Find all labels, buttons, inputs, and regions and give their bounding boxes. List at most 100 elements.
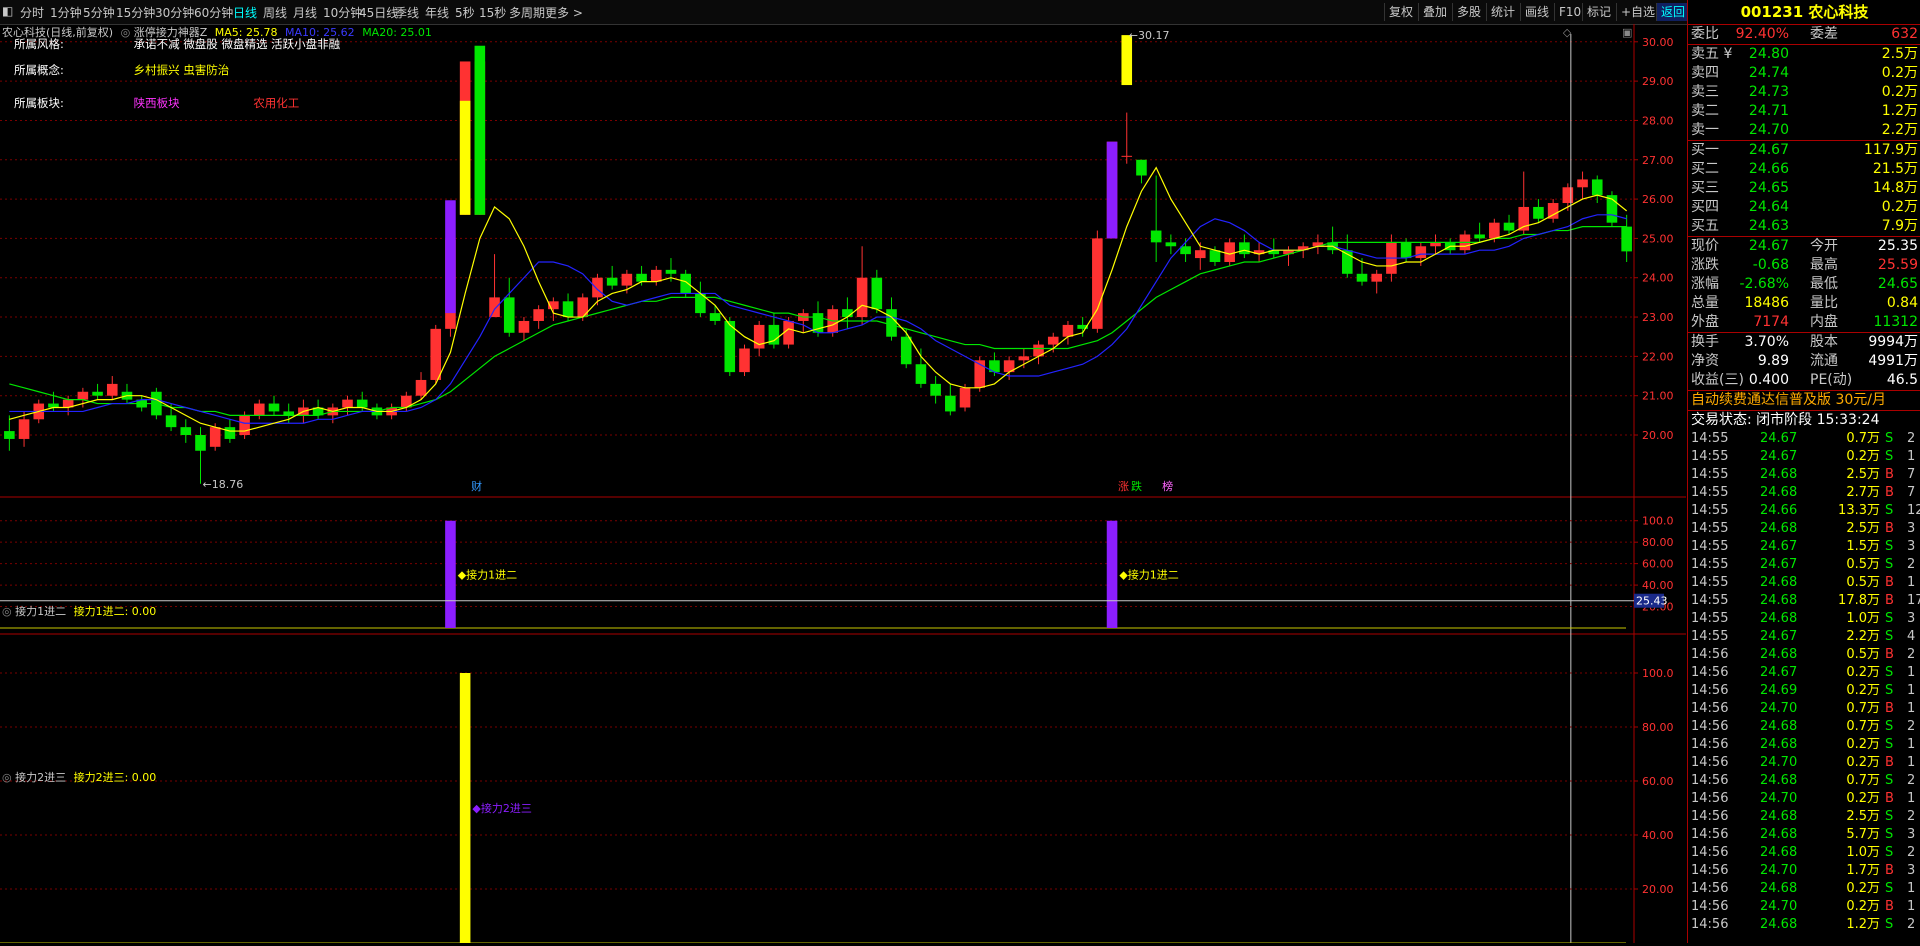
toolbar-button[interactable]: 返回 — [1656, 3, 1690, 21]
period-tab[interactable]: 45日线 — [359, 4, 398, 21]
period-tab[interactable]: 分时 — [20, 4, 44, 21]
tick-cell: S — [1885, 845, 1894, 860]
bid-level[interactable]: 买五 24.63 7.9万 — [1688, 217, 1920, 236]
ask-level[interactable]: 卖一 24.70 2.2万 — [1688, 121, 1920, 140]
ad-text[interactable]: 自动续费通达信普及版 30元/月 — [1691, 391, 1886, 410]
bid-level[interactable]: 买一 24.67 117.9万 — [1688, 141, 1920, 160]
row-value: 24.67 — [1748, 142, 1789, 158]
stat-row: 外盘 7174 内盘 11312 — [1688, 313, 1920, 332]
period-tab[interactable]: 年线 — [425, 4, 449, 21]
period-tab[interactable]: 5分钟 — [83, 4, 115, 21]
period-tab[interactable]: 更多 > — [545, 4, 583, 21]
candle-body — [18, 419, 30, 439]
ask-level[interactable]: 卖五 ¥ 24.80 2.5万 — [1688, 45, 1920, 64]
period-tab[interactable]: 5秒 — [455, 4, 475, 21]
candle-body — [900, 336, 912, 365]
row-label: 量比 — [1810, 295, 1838, 311]
menu-toggle-icon[interactable]: ◧ — [2, 4, 13, 18]
tick-cell: 3 — [1907, 539, 1916, 554]
tick-cell: 24.68 — [1760, 467, 1798, 482]
weibi-row: 委比 92.40% 委差 632 — [1688, 25, 1920, 45]
row-value: 0.2万 — [1881, 199, 1918, 215]
tick-cell: B — [1885, 863, 1894, 878]
tick-cell: 14:56 — [1691, 917, 1729, 932]
row-value: 24.71 — [1748, 103, 1789, 119]
period-tab[interactable]: 季线 — [395, 4, 419, 21]
sub1-toggle-icon[interactable]: ◎ — [2, 605, 12, 618]
sector-value[interactable]: 农用化工 — [253, 96, 299, 110]
candle-body — [1062, 324, 1074, 337]
toolbar-button[interactable]: 画线 — [1520, 3, 1553, 21]
toolbar-button[interactable]: F10 — [1554, 3, 1585, 21]
toolbar-button[interactable]: 多股 — [1452, 3, 1485, 21]
toolbar-button[interactable]: +自选 — [1616, 3, 1659, 21]
bid-level[interactable]: 买三 24.65 14.8万 — [1688, 179, 1920, 198]
row-value: 24.74 — [1748, 65, 1789, 81]
toolbar-button[interactable]: 叠加 — [1418, 3, 1451, 21]
sub2-title[interactable]: 接力2进三 — [15, 771, 66, 784]
sub2-signal-bar — [459, 673, 471, 943]
chart-area[interactable]: 30.00 29.00 28.00 27.00 26.00 25.00 24.00 23.00… — [0, 24, 1686, 944]
candle-body — [533, 309, 544, 321]
quote-header[interactable]: 001231 农心科技 — [1688, 0, 1920, 25]
candle-body — [1209, 250, 1221, 262]
ad-banner[interactable]: 自动续费通达信普及版 30元/月 — [1688, 391, 1920, 411]
sector-value[interactable]: 陕西板块 — [134, 97, 250, 109]
tick-cell: 0.2万 — [1846, 755, 1880, 770]
period-tab[interactable]: 15分钟 — [116, 4, 155, 21]
event-marker-down: 跌 — [1131, 479, 1142, 493]
tick-cell: 0.2万 — [1846, 449, 1880, 464]
bid-level[interactable]: 买二 24.66 21.5万 — [1688, 160, 1920, 179]
tick-cell: B — [1885, 791, 1894, 806]
sub2-toggle-icon[interactable]: ◎ — [2, 771, 12, 784]
candle-body — [1356, 273, 1368, 282]
row-value: 11312 — [1873, 314, 1918, 330]
tick-cell: 14:56 — [1691, 683, 1729, 698]
period-tab[interactable]: 多周期 — [509, 4, 545, 21]
period-tab[interactable]: 1分钟 — [50, 4, 82, 21]
ask-level[interactable]: 卖二 24.71 1.2万 — [1688, 102, 1920, 121]
sub1-title[interactable]: 接力1进二 — [15, 605, 66, 618]
period-tab[interactable]: 60分钟 — [194, 4, 233, 21]
row-label: 今开 — [1810, 238, 1838, 254]
sub1-y-tick-label: 100.0 — [1642, 515, 1674, 528]
concept-value[interactable]: 乡村振兴 — [134, 63, 180, 77]
tick-cell: S — [1885, 773, 1894, 788]
tick-row: 14:55 24.67 0.7万 S 2 — [1688, 430, 1920, 448]
concept-value[interactable]: 虫害防治 — [183, 63, 229, 77]
stat-row: 现价 24.67 今开 25.35 — [1688, 237, 1920, 256]
row-label: 涨幅 — [1691, 276, 1719, 292]
toolbar-button[interactable]: 统计 — [1486, 3, 1519, 21]
sub1-signal-bar — [445, 520, 456, 628]
period-tab[interactable]: 30分钟 — [155, 4, 194, 21]
row-label: 净资 — [1691, 353, 1719, 369]
ask-level[interactable]: 卖三 24.73 0.2万 — [1688, 83, 1920, 102]
tick-cell: B — [1885, 755, 1894, 770]
period-tab[interactable]: 月线 — [293, 4, 317, 21]
style-row: 所属风格: 承诺不减 微盘股 微盘精选 活跃小盘非融 — [14, 38, 340, 64]
tick-row: 14:55 24.68 2.5万 B 7 — [1688, 466, 1920, 484]
ma5-line — [9, 166, 1628, 432]
tick-cell: 1 — [1907, 575, 1916, 590]
y-tick-label: 28.00 — [1642, 114, 1674, 127]
row-value: 24.70 — [1748, 122, 1789, 138]
tick-list[interactable]: 14:55 24.67 0.7万 S 2 14:55 24.67 0.2万 S 1 14:55 24.… — [1688, 430, 1920, 934]
candle-body — [650, 269, 662, 282]
toolbar-button[interactable]: 复权 — [1384, 3, 1417, 21]
ask-level[interactable]: 卖四 24.74 0.2万 — [1688, 64, 1920, 83]
tick-cell: 24.68 — [1760, 809, 1798, 824]
tick-cell: 24.68 — [1760, 827, 1798, 842]
kline-chart[interactable]: 30.00 29.00 28.00 27.00 26.00 25.00 24.00 23.00… — [0, 24, 1686, 944]
period-tab[interactable]: 周线 — [263, 4, 287, 21]
tick-cell: 17 — [1907, 593, 1920, 608]
tick-cell: 3 — [1907, 521, 1916, 536]
period-tab[interactable]: 10分钟 — [323, 4, 362, 21]
bid-level[interactable]: 买四 24.64 0.2万 — [1688, 198, 1920, 217]
quote-panel: 001231 农心科技 委比 92.40% 委差 632 卖五 ¥ 24.80 2.… — [1687, 0, 1920, 943]
period-tab[interactable]: 15秒 — [479, 4, 506, 21]
tick-cell: 1 — [1907, 449, 1916, 464]
toolbar-button[interactable]: 标记 — [1582, 3, 1615, 21]
period-tab[interactable]: 日线 — [233, 4, 257, 21]
weicha-label: 委差 — [1810, 26, 1838, 42]
tick-cell: 14:56 — [1691, 755, 1729, 770]
